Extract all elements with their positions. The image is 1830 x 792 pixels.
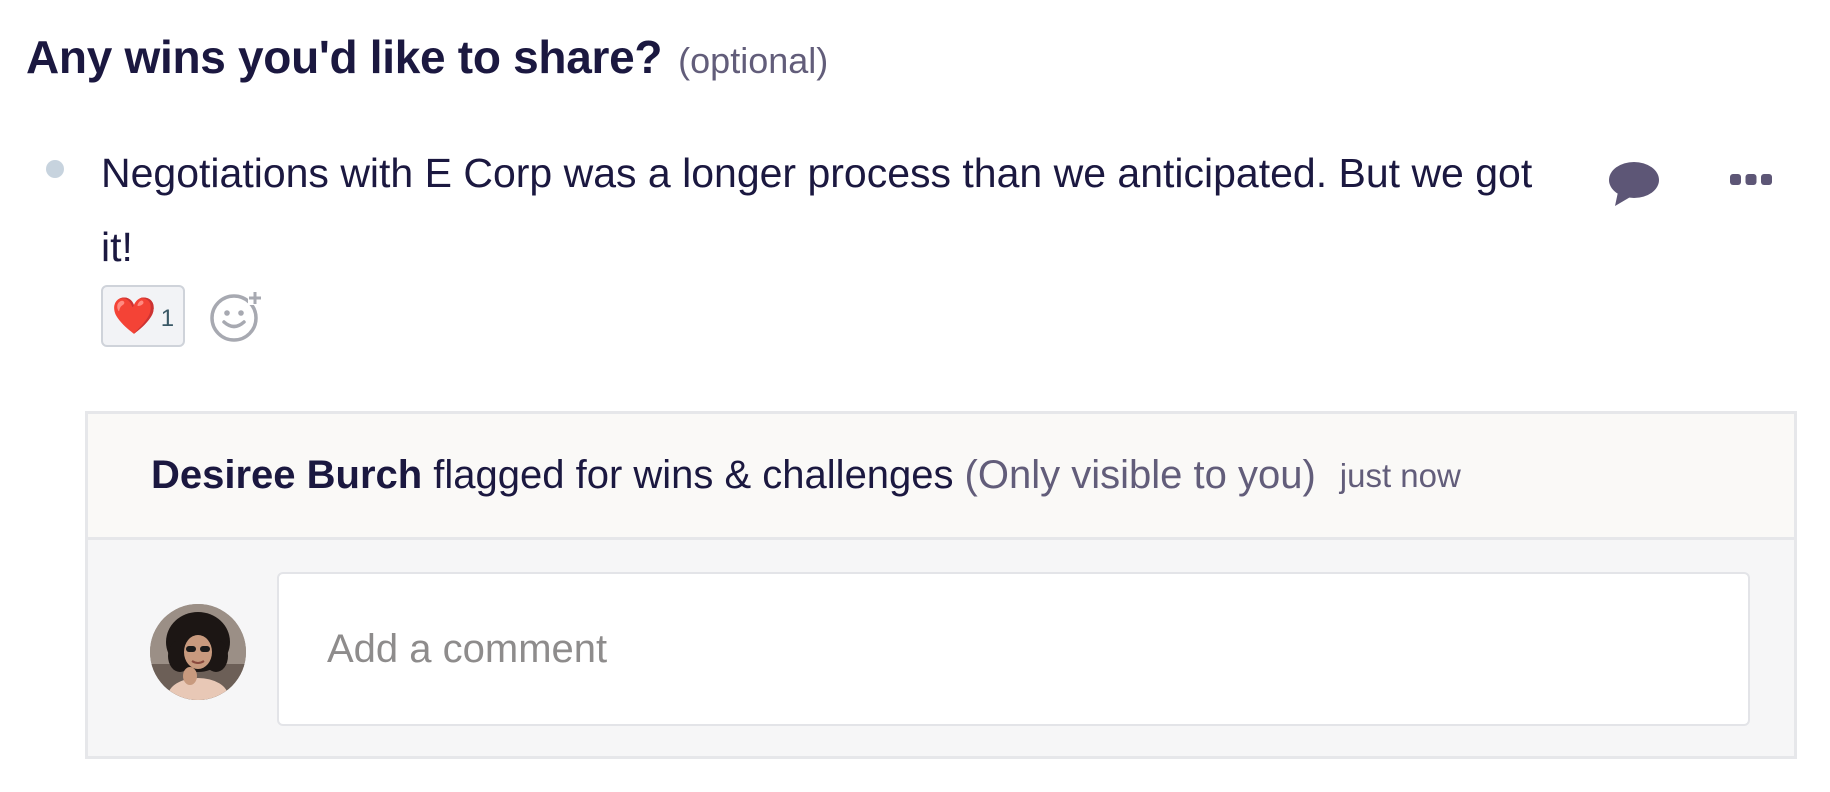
heart-emoji-icon: ❤️: [111, 295, 157, 336]
comment-row: [88, 540, 1794, 756]
flag-panel: Desiree Burch flagged for wins & challen…: [85, 411, 1797, 759]
reaction-count: 1: [160, 305, 175, 332]
speech-bubble-icon: [1609, 162, 1659, 206]
reactions-bar: ❤️ 1: [101, 285, 263, 347]
add-emoji-icon: [210, 291, 262, 342]
comment-button[interactable]: [1605, 158, 1661, 212]
answer-text: Negotiations with E Corp was a longer pr…: [101, 150, 1533, 270]
user-photo-icon: [150, 604, 246, 700]
question-heading: Any wins you'd like to share? (optional): [26, 30, 828, 84]
optional-label: (optional): [678, 40, 829, 81]
comment-input[interactable]: [277, 572, 1750, 726]
heart-reaction[interactable]: ❤️ 1: [101, 285, 185, 347]
flag-action-text: flagged for wins & challenges: [433, 453, 954, 497]
visibility-note: (Only visible to you): [964, 453, 1316, 497]
add-reaction-button[interactable]: [209, 289, 263, 343]
question-title: Any wins you'd like to share?: [26, 31, 663, 83]
avatar: [150, 604, 246, 700]
bullet-dot: [46, 160, 64, 178]
flag-timestamp: just now: [1339, 456, 1461, 494]
flag-header: Desiree Burch flagged for wins & challen…: [88, 414, 1794, 540]
ellipsis-icon: [1730, 174, 1772, 185]
more-options-button[interactable]: [1728, 160, 1774, 200]
flag-user-name: Desiree Burch: [151, 453, 423, 497]
